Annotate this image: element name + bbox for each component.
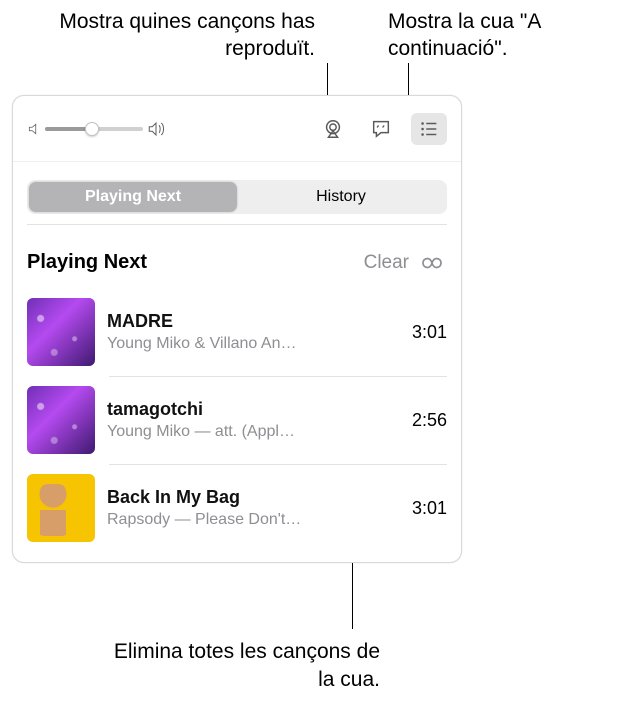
airplay-icon	[322, 118, 344, 140]
song-duration: 3:01	[412, 498, 447, 519]
lyrics-button[interactable]	[363, 113, 399, 145]
volume-low-icon	[27, 122, 41, 136]
song-duration: 3:01	[412, 322, 447, 343]
playback-controls-bar	[13, 96, 461, 162]
music-queue-panel: Playing Next History Playing Next Clear …	[12, 95, 462, 563]
song-subtitle: Rapsody — Please Don't…	[107, 509, 400, 531]
song-title: tamagotchi	[107, 397, 400, 421]
section-title: Playing Next	[27, 251, 356, 274]
airplay-button[interactable]	[315, 113, 351, 145]
song-title: Back In My Bag	[107, 485, 400, 509]
song-duration: 2:56	[412, 410, 447, 431]
queue-button[interactable]	[411, 113, 447, 145]
callout-clear: Elimina totes les cançons de la cua.	[100, 638, 380, 693]
song-row[interactable]: Back In My BagRapsody — Please Don't… 3:0…	[13, 464, 461, 552]
callout-history: Mostra quines cançons has reproduït.	[25, 8, 315, 63]
callout-queue: Mostra la cua "A continuació".	[388, 8, 588, 63]
clear-button[interactable]: Clear	[364, 252, 409, 274]
song-subtitle: Young Miko & Villano An…	[107, 333, 400, 355]
queue-list-icon	[418, 118, 440, 140]
album-art	[27, 474, 95, 542]
album-art	[27, 298, 95, 366]
album-art	[27, 386, 95, 454]
volume-high-icon	[147, 120, 165, 138]
volume-slider[interactable]	[27, 120, 165, 138]
song-title: MADRE	[107, 309, 400, 333]
song-info: MADREYoung Miko & Villano An…	[107, 309, 400, 355]
song-row[interactable]: tamagotchiYoung Miko — att. (Appl… 2:56	[13, 376, 461, 464]
song-subtitle: Young Miko — att. (Appl…	[107, 421, 400, 443]
tab-history[interactable]: History	[237, 182, 445, 212]
queue-tabs: Playing Next History	[27, 180, 447, 214]
song-info: tamagotchiYoung Miko — att. (Appl…	[107, 397, 400, 443]
song-row[interactable]: MADREYoung Miko & Villano An… 3:01	[13, 288, 461, 376]
autoplay-infinity-button[interactable]	[417, 252, 447, 274]
song-info: Back In My BagRapsody — Please Don't…	[107, 485, 400, 531]
lyrics-icon	[370, 118, 392, 140]
tab-playing-next[interactable]: Playing Next	[29, 182, 237, 212]
